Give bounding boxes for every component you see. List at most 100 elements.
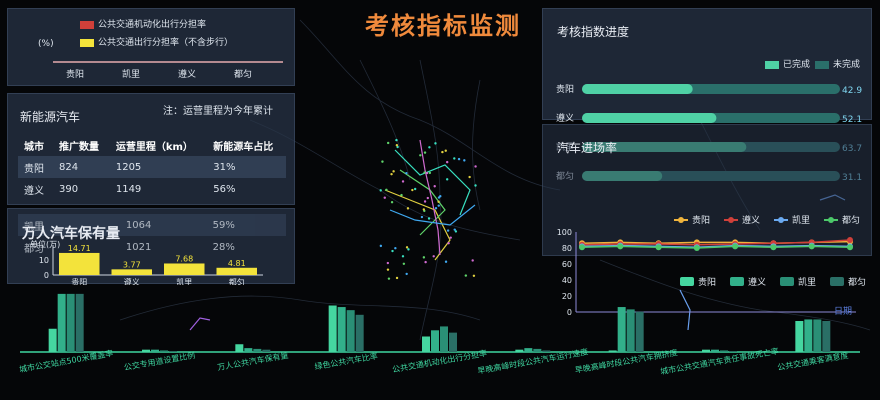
indicator-bar[interactable] [533, 348, 542, 352]
rate-legend-label[interactable]: 都匀 [842, 214, 860, 226]
indicator-category-label: 公共交通乘客满意度 [776, 350, 849, 372]
bar-遵义[interactable] [111, 269, 153, 275]
map-stop-dot [407, 248, 410, 251]
indicator-bar[interactable] [355, 314, 364, 352]
progress-fill-贵阳[interactable] [582, 84, 693, 94]
indicator-bar[interactable] [151, 349, 159, 352]
map-stop-dot [457, 157, 461, 161]
indicator-bar[interactable] [711, 349, 719, 352]
indicator-bar[interactable] [729, 351, 737, 352]
progress-legend-undone[interactable]: 未完成 [815, 57, 860, 70]
rate-point[interactable] [693, 245, 700, 251]
rate-point[interactable] [732, 243, 739, 250]
mode-share-legend-1[interactable]: 公共交通机动化出行分担率 [80, 17, 206, 30]
map-stop-dot [423, 151, 427, 154]
rate-legend-label[interactable]: 遵义 [742, 214, 760, 226]
bottom-axis-right-label: 日期 [834, 306, 852, 317]
indicator-bar[interactable] [813, 319, 822, 352]
bar-都匀[interactable] [216, 267, 258, 275]
progress-fill-遵义[interactable] [582, 113, 717, 123]
map-stop-dot [390, 172, 393, 176]
map-stop-dot [386, 268, 390, 271]
rate-legend-label[interactable]: 凯里 [792, 214, 810, 226]
indicator-category-label: 公交专用道设置比例 [123, 350, 196, 372]
indicator-bar[interactable] [142, 349, 150, 352]
indicator-bar[interactable] [440, 326, 448, 352]
legend-swatch-undone [815, 60, 829, 69]
map-stop-dot [474, 184, 477, 187]
progress-city-label: 遵义 [556, 112, 574, 124]
map-stop-dot [439, 195, 442, 198]
map-stop-dot [379, 244, 383, 248]
indicator-bar[interactable] [328, 305, 337, 353]
map-stop-dot [422, 208, 426, 211]
indicator-bar[interactable] [608, 350, 617, 352]
cell: 390 [58, 183, 79, 195]
col-city: 城市 [24, 141, 44, 153]
indicator-bar-chart: 城市公交站点500米覆盖率 公交专用道设置比例 万人公共汽车保有量 绿色公共汽车比率公… [18, 293, 860, 376]
map-stop-dot [401, 180, 405, 183]
legend-label: 公共交通机动化出行分担率 [98, 20, 207, 30]
bar-凯里[interactable] [164, 263, 205, 275]
indicator-bar[interactable] [804, 319, 813, 352]
map-stop-dot [390, 200, 394, 204]
progress-title: 考核指数进度 [557, 25, 630, 39]
rate-point[interactable] [847, 237, 853, 243]
rate-legend-label[interactable]: 贵阳 [692, 214, 710, 226]
indicator-bar[interactable] [253, 348, 262, 352]
indicator-bar[interactable] [449, 332, 457, 352]
indicator-bar[interactable] [57, 293, 66, 352]
indicator-bar[interactable] [160, 350, 168, 352]
map-stop-dot [394, 246, 397, 250]
indicator-bar[interactable] [169, 351, 177, 352]
indicator-bar[interactable] [75, 293, 84, 352]
map-stop-dot [383, 196, 386, 199]
map-stop-dot [391, 249, 394, 253]
indicator-bar[interactable] [337, 307, 346, 352]
rate-point[interactable] [579, 244, 585, 251]
vehicle-ownership-chart: 10014.71贵阳3.77遵义7.68凯里4.81都匀 [39, 244, 263, 285]
rate-point[interactable] [617, 243, 624, 250]
vehicle-ownership-panel: 凯里 1064 59% 都匀 1021 28% 万人汽车保有量 单位(万) 10… [7, 208, 295, 285]
table-row[interactable]: 贵阳 824 1205 31% [18, 156, 286, 178]
map-stop-dot [395, 144, 399, 147]
mode-share-legend-2[interactable]: 公共交通出行分担率（不含步行） [80, 35, 233, 48]
indicator-bar[interactable] [422, 336, 430, 353]
table-row[interactable]: 遵义 390 1149 56% [18, 178, 286, 200]
indicator-bar[interactable] [244, 348, 253, 352]
indicator-bar[interactable] [262, 349, 271, 352]
cell: 遵义 [24, 185, 44, 197]
map-stop-dot [400, 193, 403, 197]
rate-legend-dot [828, 217, 834, 223]
rate-point[interactable] [847, 244, 853, 251]
map-stop-dot [437, 200, 440, 203]
indicator-bar[interactable] [720, 350, 728, 352]
indicator-bar[interactable] [48, 328, 57, 352]
progress-legend-done[interactable]: 已完成 [765, 57, 810, 70]
map-stop-dot [379, 189, 382, 192]
indicator-bar[interactable] [822, 321, 831, 352]
indicator-bar[interactable] [635, 311, 644, 352]
map-stop-dot [427, 217, 431, 220]
map-stop-dot [386, 141, 390, 145]
rate-legend-dot [778, 217, 784, 223]
indicator-bar[interactable] [702, 349, 710, 352]
indicator-bar[interactable] [515, 349, 524, 352]
indicator-bar[interactable] [795, 321, 804, 352]
legend-swatch-yellow [80, 38, 94, 47]
indicator-bar[interactable] [626, 309, 635, 352]
indicator-bar[interactable] [66, 293, 75, 352]
indicator-category-label: 早晚高峰时段公共汽车运行速度 [477, 346, 589, 375]
indicator-bar[interactable] [431, 330, 439, 352]
indicator-bar[interactable] [524, 348, 533, 352]
rate-point[interactable] [655, 244, 662, 251]
rate-point[interactable] [808, 243, 815, 250]
bar-贵阳[interactable] [59, 252, 100, 275]
rate-point[interactable] [770, 244, 777, 251]
indicator-bar[interactable] [542, 350, 551, 352]
map-stop-dot [447, 242, 450, 245]
map-stop-dot [444, 260, 448, 263]
indicator-bar[interactable] [617, 307, 626, 352]
indicator-bar[interactable] [235, 344, 244, 352]
indicator-bar[interactable] [346, 310, 355, 352]
